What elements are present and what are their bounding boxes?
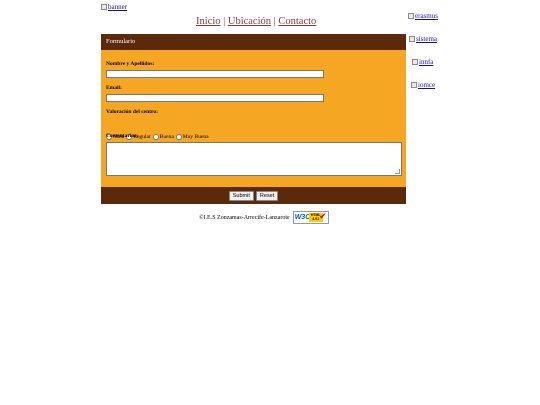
- broken-image-icon: [409, 36, 415, 42]
- iomce-alt-text: iomce: [418, 81, 436, 89]
- sistema-image-link[interactable]: sistema: [409, 35, 437, 43]
- broken-image-icon: [411, 82, 417, 88]
- nav-separator: |: [273, 16, 276, 27]
- form-footer-bar: Submit Reset: [101, 187, 406, 204]
- erasmus-alt-text: erasmus: [415, 12, 438, 20]
- page-footer: ©I.E.S Zonzamas-Arrecife-Lanzarote W3C H…: [199, 211, 329, 224]
- name-label: Nombre y Apellidos:: [106, 61, 155, 67]
- form-body: Nombre y Apellidos: Email: Valoración de…: [101, 50, 406, 187]
- checkmark-icon: ✔: [319, 212, 327, 222]
- resize-handle-icon[interactable]: [395, 169, 400, 174]
- copyright-text: ©I.E.S Zonzamas-Arrecife-Lanzarote: [199, 214, 290, 221]
- rating-option-label: Muy Buena: [182, 134, 209, 140]
- rating-option-label: Buena: [159, 134, 174, 140]
- radio-button[interactable]: [175, 134, 182, 140]
- email-input[interactable]: [106, 94, 324, 102]
- banner-alt-text: banner: [108, 3, 128, 11]
- innfa-alt-text: innfa: [419, 58, 434, 66]
- broken-image-icon: [412, 59, 418, 65]
- broken-image-icon: [408, 13, 414, 19]
- form-header: Formulario: [101, 34, 406, 50]
- submit-button[interactable]: Submit: [228, 190, 254, 201]
- radio-button[interactable]: [152, 134, 159, 140]
- nav-separator: |: [223, 16, 226, 27]
- nav-link-ubicacion[interactable]: Ubicación: [228, 16, 271, 27]
- sistema-alt-text: sistema: [416, 35, 437, 43]
- erasmus-image-link[interactable]: erasmus: [408, 12, 438, 20]
- iomce-image-link[interactable]: iomce: [411, 81, 435, 89]
- email-label: Email:: [106, 85, 122, 91]
- broken-image-icon: [101, 4, 107, 10]
- rating-option-buena[interactable]: Buena: [152, 134, 174, 140]
- rating-label: Valoración del centro:: [106, 109, 158, 115]
- banner-image-link[interactable]: banner: [101, 3, 127, 11]
- top-navigation: Inicio | Ubicación | Contacto: [196, 16, 316, 27]
- comments-textarea[interactable]: [106, 142, 402, 176]
- badge-version-text: 4.01: [312, 217, 320, 221]
- nav-link-contacto[interactable]: Contacto: [278, 16, 316, 27]
- w3c-html-valid-badge[interactable]: W3C HTML 4.01 ✔: [292, 211, 329, 224]
- name-input[interactable]: [106, 70, 324, 78]
- reset-button[interactable]: Reset: [255, 190, 279, 201]
- nav-link-inicio[interactable]: Inicio: [196, 16, 221, 27]
- rating-option-muy-buena[interactable]: Muy Buena: [175, 134, 209, 140]
- contact-form: Formulario Nombre y Apellidos: Email: Va…: [101, 34, 406, 204]
- innfa-image-link[interactable]: innfa: [412, 58, 433, 66]
- comments-label: Comentarios:: [106, 133, 139, 139]
- page: banner Inicio | Ubicación | Contacto era…: [0, 0, 540, 405]
